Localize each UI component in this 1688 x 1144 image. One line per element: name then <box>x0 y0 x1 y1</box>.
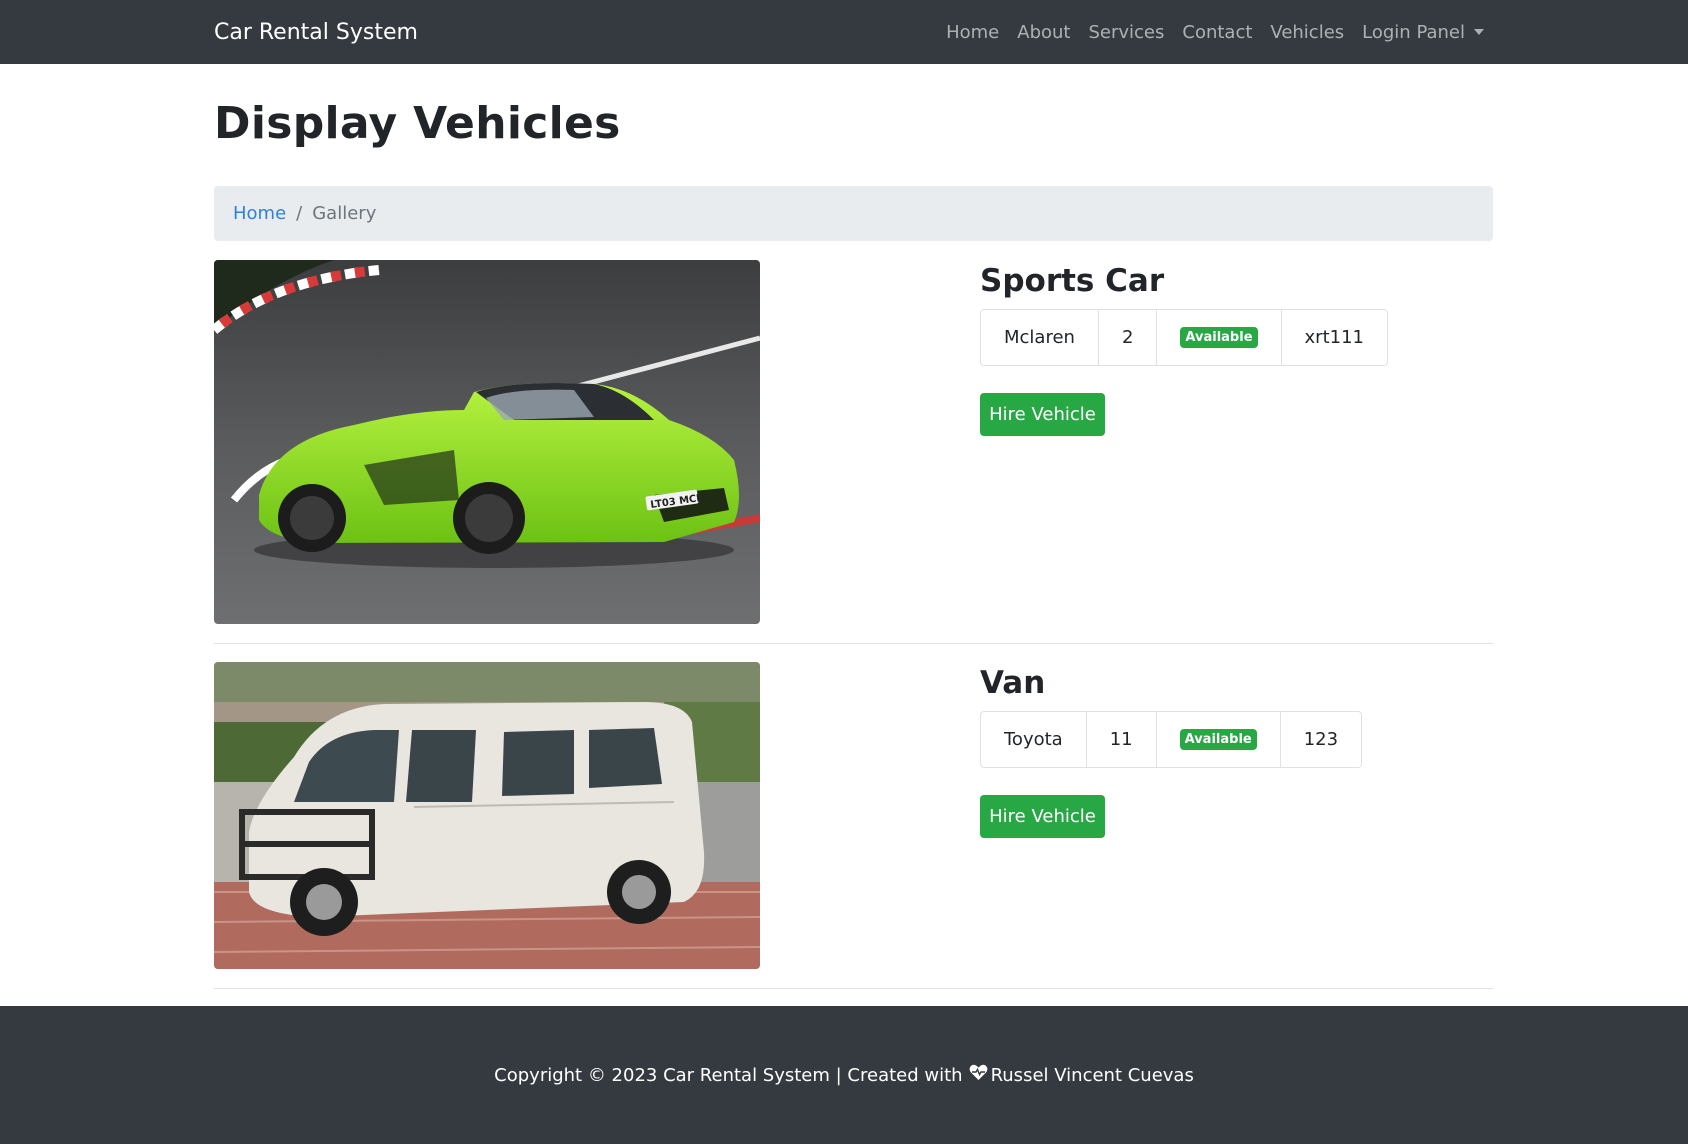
divider <box>214 643 1493 644</box>
vehicle-name: Van <box>980 665 1046 701</box>
vehicle-specs: Toyota 11 Available 123 <box>980 711 1363 768</box>
vehicle-info: Sports Car Mclaren 2 Available xrt111 Hi… <box>980 260 1388 624</box>
vehicle-seats: 11 <box>1085 712 1156 767</box>
hire-vehicle-button[interactable]: Hire Vehicle <box>980 393 1105 436</box>
vehicle-plate: 123 <box>1279 712 1361 767</box>
chevron-down-icon <box>1474 29 1484 35</box>
breadcrumb-home[interactable]: Home <box>233 203 286 224</box>
nav-services[interactable]: Services <box>1079 22 1173 43</box>
vehicle-specs: Mclaren 2 Available xrt111 <box>980 309 1388 366</box>
nav-home[interactable]: Home <box>937 22 1008 43</box>
navbar: Car Rental System Home About Services Co… <box>0 0 1688 64</box>
vehicle-card: Van Toyota 11 Available 123 Hire Vehicle <box>214 662 1493 969</box>
vehicle-make: Toyota <box>1004 729 1063 750</box>
vehicle-info: Van Toyota 11 Available 123 Hire Vehicle <box>980 662 1363 969</box>
nav-links: Home About Services Contact Vehicles Log… <box>937 22 1484 43</box>
nav-contact[interactable]: Contact <box>1173 22 1261 43</box>
main-content: Display Vehicles Home / Gallery LT03 MCL… <box>214 64 1493 1008</box>
vehicle-status: Available <box>1155 712 1280 767</box>
page-title: Display Vehicles <box>214 98 621 149</box>
footer-copyright: Copyright © 2023 Car Rental System | Cre… <box>494 1064 963 1086</box>
footer-author: Russel Vincent Cuevas <box>990 1064 1194 1086</box>
brand[interactable]: Car Rental System <box>214 20 418 45</box>
status-badge: Available <box>1180 327 1258 348</box>
vehicle-status: Available <box>1156 310 1280 365</box>
nav-vehicles[interactable]: Vehicles <box>1261 22 1353 43</box>
nav-login-panel[interactable]: Login Panel <box>1353 22 1484 43</box>
sports-car-image: LT03 MCL <box>214 260 760 624</box>
breadcrumb-current: Gallery <box>312 203 377 224</box>
divider <box>214 988 1493 989</box>
hire-vehicle-button[interactable]: Hire Vehicle <box>980 795 1105 838</box>
nav-about[interactable]: About <box>1008 22 1079 43</box>
van-image <box>214 662 760 969</box>
vehicle-photo <box>214 662 760 969</box>
vehicle-seats: 2 <box>1097 310 1156 365</box>
vehicle-card: LT03 MCL Sports Car Mclaren 2 Available … <box>214 260 1493 624</box>
status-badge: Available <box>1179 729 1257 750</box>
heart-icon <box>969 1064 988 1086</box>
vehicle-make: Mclaren <box>1004 327 1075 348</box>
breadcrumb-separator: / <box>296 203 303 224</box>
footer: Copyright © 2023 Car Rental System | Cre… <box>0 1006 1688 1144</box>
login-panel-label: Login Panel <box>1362 21 1465 43</box>
vehicle-photo: LT03 MCL <box>214 260 760 624</box>
vehicle-name: Sports Car <box>980 263 1165 299</box>
breadcrumb: Home / Gallery <box>214 186 1493 241</box>
vehicle-plate: xrt111 <box>1280 310 1387 365</box>
